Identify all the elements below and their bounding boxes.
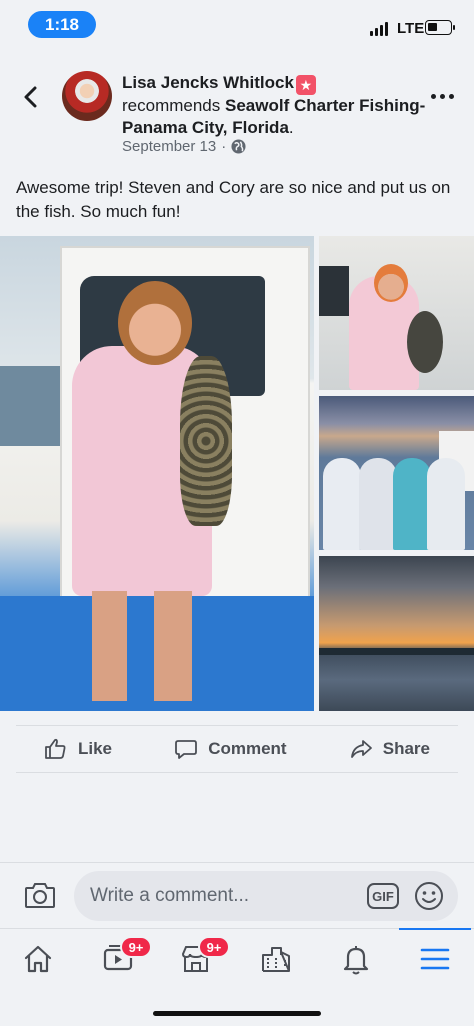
post-header: Lisa Jencks Whitlock ★ recommends Seawolf…: [0, 60, 474, 160]
bottom-nav: 9+ 9+: [0, 928, 474, 1026]
gif-icon[interactable]: GIF: [367, 883, 399, 909]
nav-menu[interactable]: [405, 937, 465, 981]
signal-icon: [370, 22, 388, 36]
photo-woman-with-fish[interactable]: [319, 236, 474, 390]
pages-icon: [262, 947, 290, 972]
back-icon[interactable]: [16, 82, 46, 112]
more-options-icon[interactable]: [431, 90, 457, 102]
thumbs-up-icon: [45, 738, 66, 759]
author-name[interactable]: Lisa Jencks Whitlock: [122, 73, 294, 92]
photo-sunset[interactable]: [319, 556, 474, 711]
bell-icon: [343, 946, 369, 975]
camera-icon[interactable]: [24, 881, 56, 909]
post-author-line: Lisa Jencks Whitlock ★ recommends Seawolf…: [122, 72, 452, 139]
share-arrow-icon: [350, 740, 372, 758]
photo-woman-with-grouper[interactable]: [0, 236, 314, 711]
post-action-bar: Like Comment Share: [16, 725, 458, 773]
status-time: 1:18: [28, 11, 96, 38]
home-icon: [24, 945, 52, 973]
nav-pages[interactable]: [246, 937, 306, 981]
comment-bubble-icon: [175, 740, 198, 759]
nav-notifications[interactable]: [326, 937, 386, 981]
photo-grid: [0, 236, 474, 711]
globe-icon: [231, 139, 246, 154]
post-date-row: September 13 ·: [122, 138, 246, 155]
date-separator: ·: [221, 138, 227, 155]
comment-bar: GIF: [0, 862, 474, 928]
nav-watch[interactable]: 9+: [88, 936, 152, 981]
nav-home[interactable]: [8, 937, 68, 981]
watch-badge: 9+: [120, 936, 152, 958]
photo-group-selfie[interactable]: [319, 396, 474, 550]
post-body-text: Awesome trip! Steven and Cory are so nic…: [16, 178, 451, 221]
status-bar: 1:18 LTE: [0, 0, 474, 54]
nav-marketplace[interactable]: 9+: [166, 936, 230, 981]
share-button[interactable]: Share: [321, 737, 458, 761]
emoji-icon[interactable]: [414, 881, 444, 911]
battery-icon: [425, 20, 455, 35]
page-name-period: .: [288, 118, 294, 137]
facebook-post-screen: 1:18 LTE Lisa Jencks Whitlock ★ recommend…: [0, 0, 474, 1026]
comment-button[interactable]: Comment: [146, 737, 314, 761]
avatar[interactable]: [62, 71, 112, 121]
like-label: Like: [78, 739, 113, 758]
network-type: LTE: [397, 20, 425, 37]
post-date[interactable]: September 13: [122, 138, 216, 155]
home-indicator: [153, 1011, 321, 1016]
comment-label: Comment: [208, 739, 287, 758]
marketplace-badge: 9+: [198, 936, 230, 958]
hamburger-menu-icon: [420, 948, 450, 970]
like-button[interactable]: Like: [16, 737, 140, 761]
battery-level: [428, 23, 437, 31]
recommendation-star-icon: ★: [295, 75, 316, 95]
active-tab-indicator: [399, 928, 471, 930]
recommends-text: recommends: [122, 96, 221, 115]
share-label: Share: [382, 739, 430, 758]
comment-input[interactable]: [74, 871, 458, 921]
